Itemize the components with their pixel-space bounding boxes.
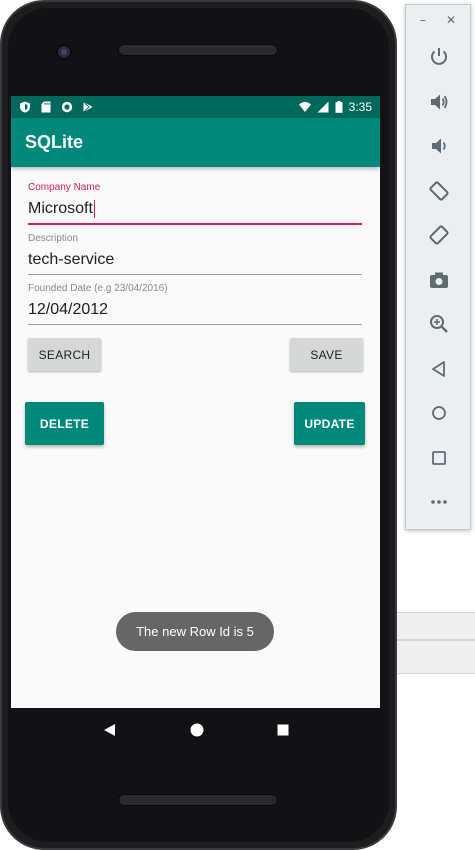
phone-screen: 3:35 SQLite Company Name Microsoft Descr… — [11, 96, 380, 708]
nav-back-icon[interactable] — [103, 723, 117, 737]
nav-overview-icon[interactable] — [277, 724, 289, 736]
emulator-toolbar: – ✕ — [405, 4, 471, 530]
rotate-right-button[interactable] — [406, 213, 472, 258]
company-name-field[interactable]: Company Name Microsoft — [28, 182, 362, 225]
founded-date-field[interactable]: Founded Date (e.g 23/04/2016) 12/04/2012 — [28, 283, 362, 325]
signal-icon — [317, 101, 329, 113]
company-name-input[interactable]: Microsoft — [28, 199, 362, 219]
back-icon — [432, 360, 445, 377]
top-speaker — [118, 44, 278, 56]
founded-date-input[interactable]: 12/04/2012 — [28, 300, 362, 320]
rotate-left-icon — [429, 181, 449, 201]
play-store-icon — [83, 101, 93, 113]
power-icon — [431, 48, 447, 66]
rotate-right-icon — [429, 225, 449, 245]
zoom-button[interactable] — [406, 302, 472, 347]
volume-down-button[interactable] — [406, 124, 472, 169]
founded-date-underline — [28, 324, 362, 325]
company-name-value: Microsoft — [28, 200, 93, 217]
window-controls: – ✕ — [406, 5, 470, 35]
app-bar: SQLite — [11, 118, 380, 167]
ide-panel-strip — [392, 612, 475, 640]
company-name-label: Company Name — [28, 182, 101, 193]
description-underline — [28, 274, 362, 275]
shield-icon — [20, 101, 30, 113]
rotate-left-button[interactable] — [406, 169, 472, 214]
overview-icon — [432, 450, 446, 465]
battery-icon — [335, 101, 343, 113]
camera-icon — [430, 272, 448, 288]
sync-icon — [61, 101, 73, 113]
zoom-icon — [430, 315, 448, 334]
navigation-bar — [11, 708, 380, 752]
volume-up-button[interactable] — [406, 80, 472, 125]
founded-date-label: Founded Date (e.g 23/04/2016) — [28, 283, 168, 294]
save-button[interactable]: SAVE — [290, 338, 363, 371]
text-cursor — [93, 200, 96, 218]
home-button[interactable] — [406, 391, 472, 436]
close-button[interactable]: ✕ — [446, 13, 456, 27]
search-button[interactable]: SEARCH — [28, 338, 101, 371]
status-time: 3:35 — [348, 100, 372, 114]
update-button[interactable]: UPDATE — [294, 402, 365, 445]
description-field[interactable]: Description tech-service — [28, 233, 362, 275]
toast-message: The new Row Id is 5 — [116, 612, 274, 651]
more-icon — [431, 500, 447, 505]
description-label: Description — [28, 233, 79, 244]
overview-button[interactable] — [406, 436, 472, 481]
more-button[interactable] — [406, 480, 472, 525]
home-icon — [432, 406, 446, 421]
status-bar: 3:35 — [11, 96, 380, 118]
back-button[interactable] — [406, 347, 472, 392]
minimize-button[interactable]: – — [420, 13, 426, 27]
ide-panel-strip — [392, 640, 475, 674]
description-value: tech-service — [28, 251, 115, 268]
front-camera — [56, 44, 72, 60]
power-button[interactable] — [406, 35, 472, 80]
sd-card-icon — [41, 101, 51, 113]
description-input[interactable]: tech-service — [28, 250, 362, 270]
app-title: SQLite — [25, 132, 84, 152]
bottom-speaker — [118, 794, 278, 806]
wifi-icon — [298, 102, 311, 112]
delete-button[interactable]: DELETE — [25, 402, 104, 445]
screenshot-button[interactable] — [406, 258, 472, 303]
nav-home-icon[interactable] — [190, 723, 204, 737]
founded-date-value: 12/04/2012 — [28, 301, 109, 318]
company-name-underline — [28, 223, 362, 225]
volume-down-icon — [432, 138, 446, 154]
volume-up-icon — [431, 94, 448, 110]
